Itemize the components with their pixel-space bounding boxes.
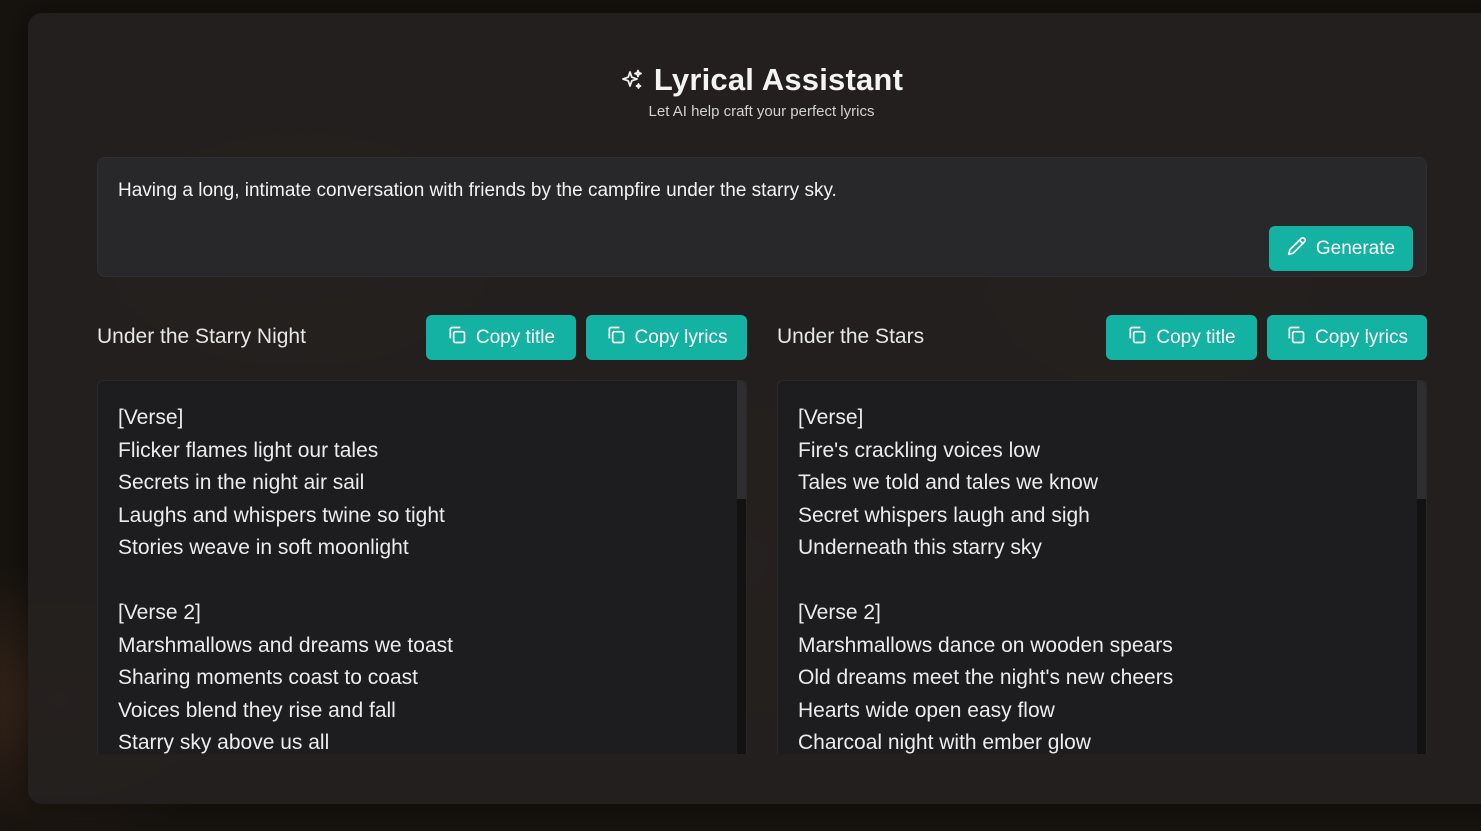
- lyric-line: Underneath this starry sky: [798, 536, 1042, 559]
- lyric-line: [Verse]: [118, 406, 184, 429]
- scrollbar-thumb-2[interactable]: [1417, 381, 1426, 499]
- copy-icon: [1286, 325, 1306, 351]
- copy-icon: [447, 325, 467, 351]
- page-title: Lyrical Assistant: [653, 62, 904, 97]
- lyric-line: Charcoal night with ember glow: [798, 731, 1091, 754]
- copy-lyrics-label: Copy lyrics: [1315, 326, 1408, 348]
- lyric-line: Voices blend they rise and fall: [118, 698, 396, 722]
- lyrics-lines-1: [Verse] Flicker flames light our tales S…: [118, 402, 453, 754]
- copy-icon: [606, 325, 626, 351]
- page-subtitle: Let AI help craft your perfect lyrics: [648, 103, 875, 120]
- lyric-line: Starry sky above us all: [118, 731, 330, 754]
- sparkles-icon: [620, 68, 644, 92]
- lyric-line: Tales we told and tales we know: [798, 471, 1098, 494]
- lyric-line: Marshmallows dance on wooden spears: [798, 633, 1173, 657]
- lyric-line: Hearts wide open easy flow: [798, 698, 1055, 722]
- copy-title-label: Copy title: [1156, 326, 1236, 348]
- copy-title-button-1[interactable]: Copy title: [426, 315, 576, 360]
- prompt-text[interactable]: Having a long, intimate conversation wit…: [118, 180, 837, 202]
- copy-title-button-2[interactable]: Copy title: [1106, 315, 1257, 360]
- lyric-line: [798, 565, 1173, 598]
- lyric-line: Laughs and whispers twine so tight: [118, 503, 445, 527]
- copy-title-label: Copy title: [475, 326, 556, 348]
- lyric-line: Fire's crackling voices low: [798, 438, 1041, 462]
- lyric-line: Secrets in the night air sail: [118, 471, 365, 494]
- header: Lyrical Assistant Let AI help craft your…: [0, 62, 1481, 120]
- lyric-line: [Verse 2]: [798, 601, 881, 624]
- copy-lyrics-label: Copy lyrics: [634, 326, 728, 348]
- scrollbar-thumb-1[interactable]: [737, 381, 746, 499]
- song-title-2: Under the Stars: [777, 325, 925, 348]
- prompt-input[interactable]: Having a long, intimate conversation wit…: [97, 157, 1427, 277]
- song-title-1: Under the Starry Night: [97, 325, 306, 348]
- scrollbar-1[interactable]: [737, 381, 746, 754]
- lyric-line: [118, 565, 453, 598]
- lyric-line: [Verse 2]: [118, 601, 201, 624]
- scrollbar-2[interactable]: [1417, 381, 1426, 754]
- lyrics-lines-2: [Verse] Fire's crackling voices low Tale…: [798, 402, 1173, 754]
- lyric-line: Secret whispers laugh and sigh: [798, 503, 1090, 527]
- generate-label: Generate: [1315, 237, 1396, 259]
- generate-button[interactable]: Generate: [1269, 226, 1413, 271]
- lyric-line: Flicker flames light our tales: [118, 438, 379, 462]
- lyric-line: Sharing moments coast to coast: [118, 666, 418, 689]
- lyric-line: [Verse]: [798, 406, 864, 429]
- lyric-line: Marshmallows and dreams we toast: [118, 633, 453, 657]
- title-row: Lyrical Assistant: [620, 62, 903, 98]
- lyrics-box-1[interactable]: [Verse] Flicker flames light our tales S…: [97, 380, 747, 754]
- copy-lyrics-button-2[interactable]: Copy lyrics: [1267, 315, 1427, 360]
- lyric-line: Stories weave in soft moonlight: [118, 536, 409, 559]
- lyric-line: Old dreams meet the night's new cheers: [798, 666, 1174, 689]
- copy-lyrics-button-1[interactable]: Copy lyrics: [586, 315, 747, 360]
- copy-icon: [1127, 325, 1147, 351]
- pencil-icon: [1287, 236, 1307, 262]
- lyrics-box-2[interactable]: [Verse] Fire's crackling voices low Tale…: [777, 380, 1427, 754]
